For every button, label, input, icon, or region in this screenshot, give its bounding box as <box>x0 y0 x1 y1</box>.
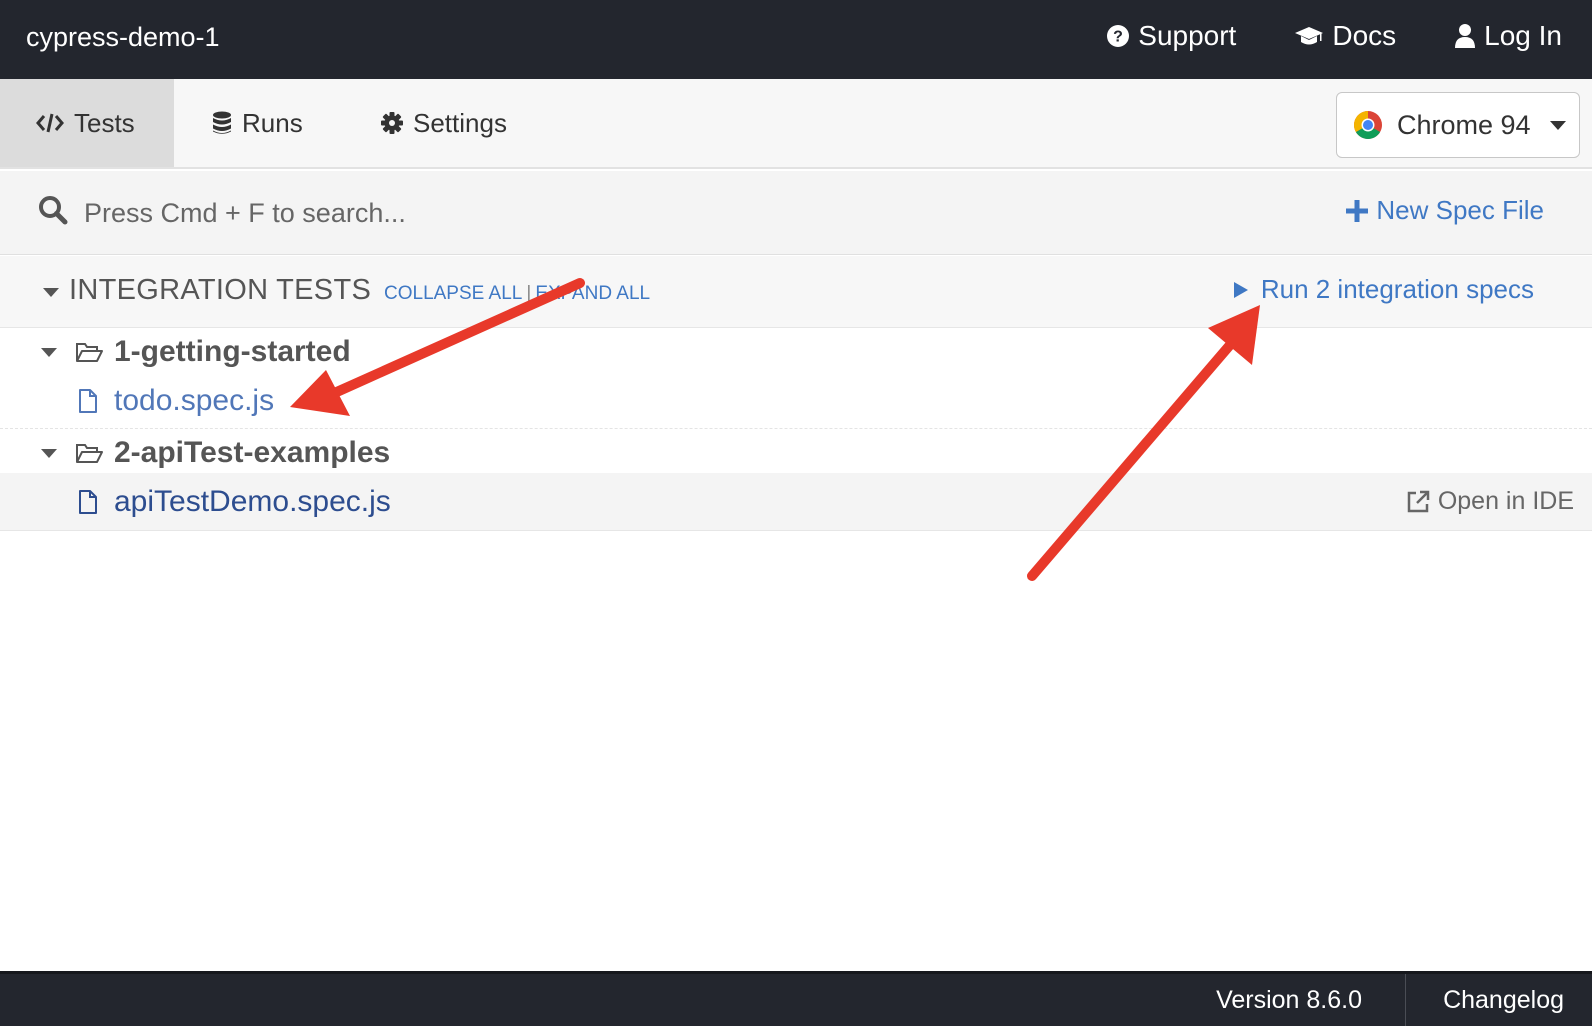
chrome-icon <box>1354 111 1382 139</box>
tab-tests-label: Tests <box>74 107 135 138</box>
folder-row[interactable]: 1-getting-started <box>0 328 1592 376</box>
folder-open-icon <box>76 343 103 362</box>
action-separator: | <box>526 283 532 304</box>
tab-settings[interactable]: Settings <box>381 79 507 167</box>
version-label: Version 8.6.0 <box>1216 986 1362 1014</box>
folder-open-icon <box>76 444 103 463</box>
search-input[interactable] <box>84 191 984 235</box>
new-spec-file-label: New Spec File <box>1376 195 1544 225</box>
folder-name: 2-apiTest-examples <box>114 436 391 469</box>
chevron-down-icon <box>1549 121 1566 130</box>
nav-bar: Tests Runs Settings Chrome 94 <box>0 79 1592 169</box>
top-bar: cypress-demo-1 ? Support Docs Log In <box>0 0 1592 79</box>
run-all-specs-button[interactable]: Run 2 integration specs <box>1233 274 1534 305</box>
folder-name: 1-getting-started <box>114 335 351 368</box>
question-circle-icon: ? <box>1107 25 1130 47</box>
collapse-all-link[interactable]: COLLAPSE ALL <box>384 283 522 305</box>
search-bar: New Spec File <box>0 171 1592 255</box>
folder-row[interactable]: 2-apiTest-examples <box>0 429 1592 477</box>
footer: Version 8.6.0 Changelog <box>0 971 1592 1026</box>
changelog-link[interactable]: Changelog <box>1443 986 1564 1015</box>
docs-label: Docs <box>1332 20 1397 51</box>
integration-tests-header: INTEGRATION TESTS COLLAPSE ALL | EXPAND … <box>0 256 1592 328</box>
footer-divider <box>1405 974 1406 1026</box>
plus-icon <box>1346 199 1369 222</box>
tab-runs[interactable]: Runs <box>212 79 303 167</box>
caret-down-icon <box>41 449 57 458</box>
database-icon <box>213 111 231 134</box>
top-links: ? Support Docs Log In <box>1106 20 1562 52</box>
search-icon <box>38 195 68 230</box>
docs-link[interactable]: Docs <box>1294 20 1396 52</box>
tab-runs-label: Runs <box>242 107 303 138</box>
support-link[interactable]: ? Support <box>1106 20 1236 52</box>
graduation-cap-icon <box>1295 27 1324 45</box>
user-icon <box>1455 24 1476 48</box>
gear-icon <box>381 112 403 134</box>
run-all-specs-label: Run 2 integration specs <box>1260 274 1534 304</box>
support-label: Support <box>1138 20 1237 51</box>
browser-label: Chrome 94 <box>1397 109 1531 140</box>
section-actions: COLLAPSE ALL | EXPAND ALL <box>384 283 650 305</box>
play-icon <box>1233 281 1248 298</box>
tab-tests[interactable]: Tests <box>0 79 174 167</box>
external-link-icon <box>1407 490 1430 512</box>
file-icon <box>79 489 97 514</box>
open-in-ide-label: Open in IDE <box>1437 487 1574 515</box>
login-label: Log In <box>1484 20 1562 51</box>
tab-settings-label: Settings <box>413 107 507 138</box>
spec-file-row[interactable]: apiTestDemo.spec.js Open in IDE <box>0 473 1592 531</box>
spec-file-row[interactable]: todo.spec.js <box>0 373 1592 429</box>
project-title: cypress-demo-1 <box>26 22 220 52</box>
login-link[interactable]: Log In <box>1454 20 1562 52</box>
expand-all-link[interactable]: EXPAND ALL <box>535 283 650 305</box>
svg-text:?: ? <box>1113 29 1123 46</box>
spec-file-name: apiTestDemo.spec.js <box>114 484 391 518</box>
browser-select[interactable]: Chrome 94 <box>1336 92 1580 158</box>
caret-down-icon[interactable] <box>42 286 60 298</box>
spec-file-name: todo.spec.js <box>114 383 275 417</box>
open-in-ide-button[interactable]: Open in IDE <box>1406 487 1574 516</box>
file-icon <box>79 388 97 413</box>
caret-down-icon <box>41 348 57 357</box>
code-icon <box>36 113 64 133</box>
section-title: INTEGRATION TESTS <box>69 274 372 306</box>
new-spec-file-button[interactable]: New Spec File <box>1346 195 1544 226</box>
